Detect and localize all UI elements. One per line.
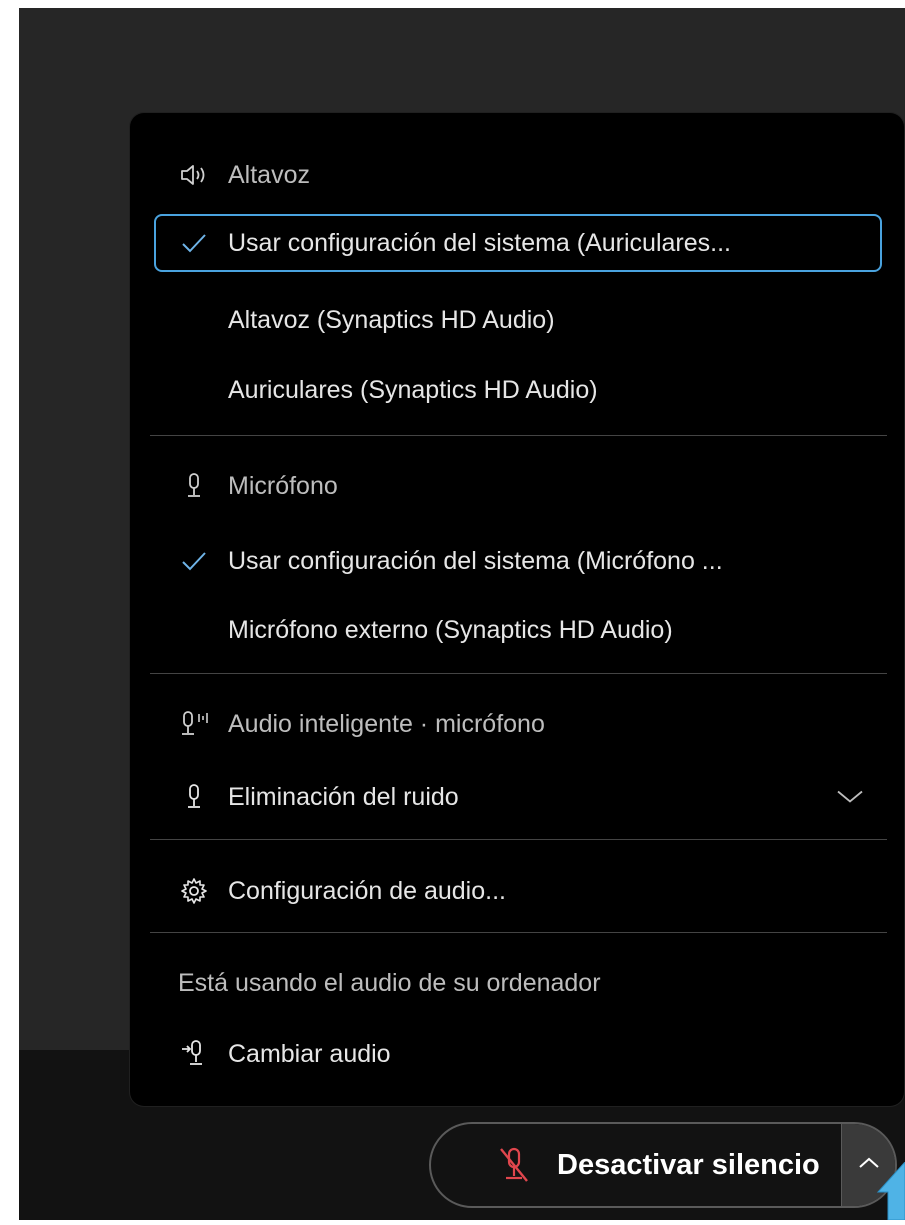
microphone-icon (178, 781, 210, 813)
microphone-option-external[interactable]: Micrófono externo (Synaptics HD Audio) (130, 601, 904, 659)
speaker-option-label: Altavoz (Synaptics HD Audio) (228, 305, 555, 334)
speaker-option-synaptics-headphones[interactable]: Auriculares (Synaptics HD Audio) (130, 361, 904, 419)
unmute-label: Desactivar silencio (557, 1148, 820, 1181)
noise-removal-dropdown[interactable]: Eliminación del ruido (130, 768, 904, 826)
divider (150, 673, 887, 674)
audio-options-menu: Altavoz Usar configuración del sistema (… (130, 113, 904, 1106)
speaker-option-synaptics-speaker[interactable]: Altavoz (Synaptics HD Audio) (130, 291, 904, 349)
smart-audio-header: Audio inteligente · micrófono (130, 695, 904, 753)
microphone-header-label: Micrófono (228, 471, 338, 500)
speaker-icon (178, 159, 210, 191)
speaker-option-label: Auriculares (Synaptics HD Audio) (228, 375, 598, 404)
switch-audio-label: Cambiar audio (228, 1039, 391, 1068)
microphone-option-system[interactable]: Usar configuración del sistema (Micrófon… (130, 532, 904, 590)
check-icon (178, 227, 210, 259)
switch-audio-item[interactable]: Cambiar audio (130, 1025, 904, 1083)
microphone-header: Micrófono (130, 457, 904, 515)
divider (150, 839, 887, 840)
smart-audio-header-label: Audio inteligente · micrófono (228, 709, 545, 738)
audio-settings-label: Configuración de audio... (228, 876, 506, 905)
speaker-option-label: Usar configuración del sistema (Auricula… (228, 228, 731, 257)
speaker-header-label: Altavoz (228, 160, 310, 189)
pointer-arrow-icon (870, 1161, 905, 1225)
microphone-icon (178, 470, 210, 502)
speaker-option-system[interactable]: Usar configuración del sistema (Auricula… (154, 214, 882, 272)
unmute-split-button: Desactivar silencio (429, 1122, 897, 1208)
unmute-button[interactable]: Desactivar silencio (431, 1124, 839, 1206)
audio-status-text: Está usando el audio de su ordenador (130, 954, 904, 1012)
switch-audio-icon (178, 1038, 210, 1070)
speaker-header: Altavoz (130, 146, 904, 204)
check-icon (178, 545, 210, 577)
microphone-option-label: Usar configuración del sistema (Micrófon… (228, 546, 723, 575)
mic-muted-icon (497, 1146, 531, 1189)
audio-settings-item[interactable]: Configuración de audio... (130, 862, 904, 920)
divider (150, 932, 887, 933)
smart-audio-mic-icon (178, 708, 210, 740)
divider (150, 435, 887, 436)
gear-icon (178, 875, 210, 907)
microphone-option-label: Micrófono externo (Synaptics HD Audio) (228, 615, 673, 644)
chevron-down-icon (836, 783, 864, 812)
noise-removal-label: Eliminación del ruido (228, 782, 459, 811)
audio-status-label: Está usando el audio de su ordenador (178, 968, 601, 997)
